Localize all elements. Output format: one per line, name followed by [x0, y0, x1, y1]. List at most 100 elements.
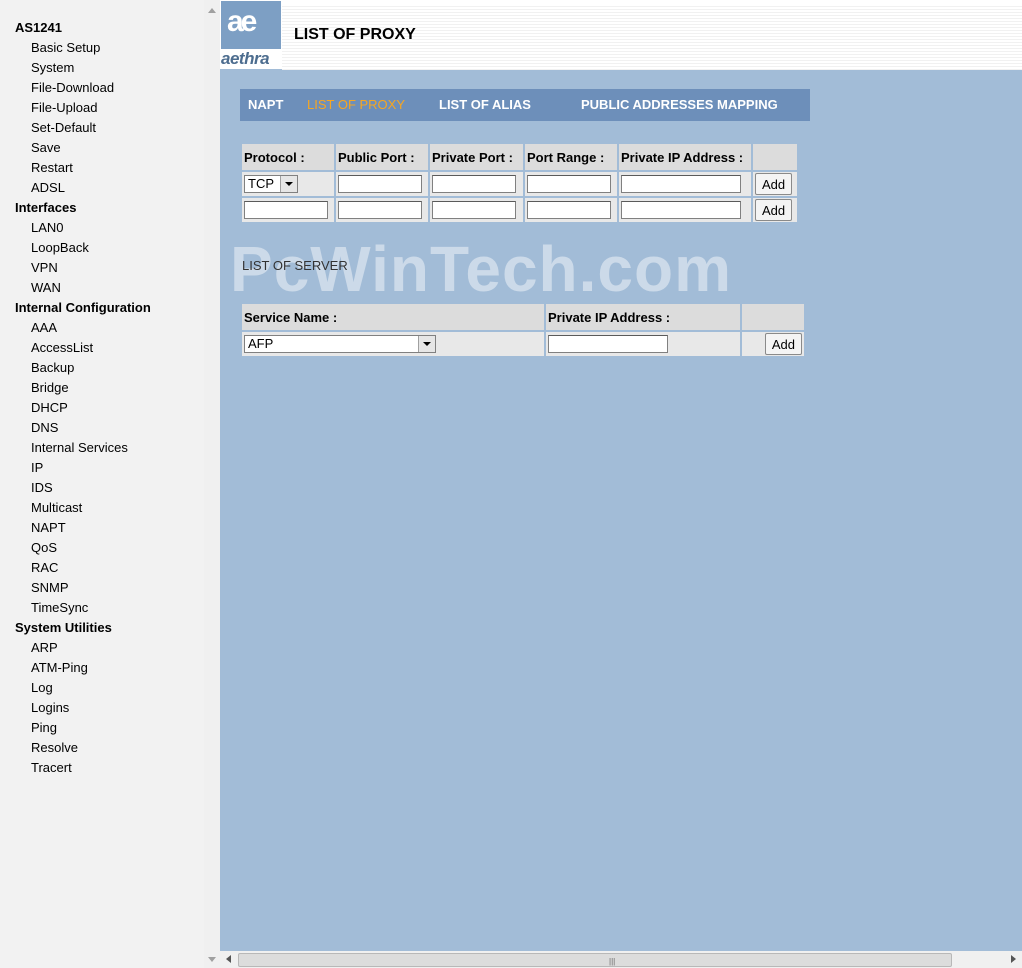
- scroll-up-arrow-icon[interactable]: [208, 8, 216, 13]
- port-range-cell: [525, 172, 617, 196]
- logo-wordmark: aethra: [221, 49, 270, 68]
- nav-group-system-utilities: System Utilities: [15, 620, 112, 635]
- nav-item-dns[interactable]: DNS: [0, 418, 204, 438]
- proxy-table: Protocol : Public Port : Private Port : …: [240, 142, 799, 224]
- nav-item-vpn[interactable]: VPN: [0, 258, 204, 278]
- nav-item-ids[interactable]: IDS: [0, 478, 204, 498]
- nav-item-ip[interactable]: IP: [0, 458, 204, 478]
- nav-item-adsl[interactable]: ADSL: [0, 178, 204, 198]
- nav-item-backup[interactable]: Backup: [0, 358, 204, 378]
- header-private-ip-address: Private IP Address :: [619, 144, 751, 170]
- add-cell: Add: [753, 172, 797, 196]
- chevron-down-icon[interactable]: [280, 176, 297, 192]
- public-port-cell: [336, 198, 428, 222]
- nav-vertical-scrollbar[interactable]: [204, 0, 220, 968]
- nav-item-loopback[interactable]: LoopBack: [0, 238, 204, 258]
- nav-item-aaa[interactable]: AAA: [0, 318, 204, 338]
- chevron-down-icon[interactable]: [418, 336, 435, 352]
- nav-item-system[interactable]: System: [0, 58, 204, 78]
- page-header: ae aethra LIST OF PROXY: [220, 0, 1022, 70]
- server-private-ip-cell: [546, 332, 740, 356]
- nav-item-ping[interactable]: Ping: [0, 718, 204, 738]
- navigation-menu: AS1241 Basic Setup System File-Download …: [0, 0, 204, 968]
- content-frame: ae aethra LIST OF PROXY NAPT LIST OF PRO…: [220, 0, 1022, 968]
- nav-item-file-upload[interactable]: File-Upload: [0, 98, 204, 118]
- navigation-frame: AS1241 Basic Setup System File-Download …: [0, 0, 220, 968]
- header-private-port: Private Port :: [430, 144, 523, 170]
- nav-item-timesync[interactable]: TimeSync: [0, 598, 204, 618]
- protocol-input[interactable]: [244, 201, 328, 219]
- header-action: [753, 144, 797, 170]
- nav-item-log[interactable]: Log: [0, 678, 204, 698]
- protocol-select-value: TCP: [248, 176, 274, 191]
- add-proxy-range-button[interactable]: Add: [755, 199, 793, 221]
- nav-item-accesslist[interactable]: AccessList: [0, 338, 204, 358]
- nav-group-internal-configuration: Internal Configuration: [15, 300, 151, 315]
- add-server-button[interactable]: Add: [764, 333, 802, 355]
- public-port-cell: [336, 172, 428, 196]
- nav-item-set-default[interactable]: Set-Default: [0, 118, 204, 138]
- nav-group-interfaces: Interfaces: [15, 200, 77, 215]
- nav-item-napt[interactable]: NAPT: [0, 518, 204, 538]
- service-name-select[interactable]: AFP: [244, 335, 436, 353]
- scroll-left-arrow-icon[interactable]: [226, 955, 231, 963]
- nav-item-arp[interactable]: ARP: [0, 638, 204, 658]
- logo-box: ae: [221, 1, 281, 49]
- tab-bar: NAPT LIST OF PROXY LIST OF ALIAS PUBLIC …: [240, 89, 810, 121]
- server-add-cell: Add: [742, 332, 804, 356]
- tab-list-of-alias[interactable]: LIST OF ALIAS: [439, 89, 531, 121]
- table-row: AFP Add: [242, 332, 804, 356]
- public-port-input[interactable]: [338, 175, 422, 193]
- nav-item-multicast[interactable]: Multicast: [0, 498, 204, 518]
- nav-item-lan0[interactable]: LAN0: [0, 218, 204, 238]
- tab-public-addresses-mapping[interactable]: PUBLIC ADDRESSES MAPPING: [581, 89, 778, 121]
- header-port-range: Port Range :: [525, 144, 617, 170]
- header-protocol: Protocol :: [242, 144, 334, 170]
- scrollbar-thumb[interactable]: |||: [238, 953, 952, 967]
- tab-list-of-proxy[interactable]: LIST OF PROXY: [307, 89, 405, 121]
- nav-item-dhcp[interactable]: DHCP: [0, 398, 204, 418]
- nav-item-snmp[interactable]: SNMP: [0, 578, 204, 598]
- nav-item-logins[interactable]: Logins: [0, 698, 204, 718]
- nav-item-tracert[interactable]: Tracert: [0, 758, 204, 778]
- server-table-header-row: Service Name : Private IP Address :: [242, 304, 804, 330]
- nav-item-resolve[interactable]: Resolve: [0, 738, 204, 758]
- nav-item-bridge[interactable]: Bridge: [0, 378, 204, 398]
- scrollbar-grip-icon: |||: [609, 957, 616, 966]
- nav-item-atm-ping[interactable]: ATM-Ping: [0, 658, 204, 678]
- nav-item-save[interactable]: Save: [0, 138, 204, 158]
- private-port-input[interactable]: [432, 175, 516, 193]
- public-port-input[interactable]: [338, 201, 422, 219]
- server-table: Service Name : Private IP Address : AFP …: [240, 302, 806, 358]
- content-horizontal-scrollbar[interactable]: |||: [220, 951, 1022, 968]
- private-port-cell: [430, 172, 523, 196]
- nav-item-qos[interactable]: QoS: [0, 538, 204, 558]
- port-range-cell: [525, 198, 617, 222]
- header-service-name: Service Name :: [242, 304, 544, 330]
- protocol-select[interactable]: TCP: [244, 175, 298, 193]
- service-name-value: AFP: [248, 336, 274, 351]
- port-range-input[interactable]: [527, 201, 611, 219]
- aethra-logo: ae aethra: [221, 1, 281, 68]
- nav-item-restart[interactable]: Restart: [0, 158, 204, 178]
- nav-item-rac[interactable]: RAC: [0, 558, 204, 578]
- port-range-input[interactable]: [527, 175, 611, 193]
- tab-napt[interactable]: NAPT: [248, 89, 283, 121]
- nav-item-file-download[interactable]: File-Download: [0, 78, 204, 98]
- nav-item-basic-setup[interactable]: Basic Setup: [0, 38, 204, 58]
- server-private-ip-input[interactable]: [548, 335, 668, 353]
- nav-item-wan[interactable]: WAN: [0, 278, 204, 298]
- private-ip-input[interactable]: [621, 201, 741, 219]
- scroll-down-arrow-icon[interactable]: [208, 957, 216, 962]
- page-title: LIST OF PROXY: [294, 26, 416, 43]
- add-proxy-button[interactable]: Add: [755, 173, 793, 195]
- private-ip-input[interactable]: [621, 175, 741, 193]
- private-port-input[interactable]: [432, 201, 516, 219]
- header-server-action: [742, 304, 804, 330]
- logo-mark: ae: [227, 5, 257, 38]
- private-port-cell: [430, 198, 523, 222]
- nav-item-internal-services[interactable]: Internal Services: [0, 438, 204, 458]
- scroll-right-arrow-icon[interactable]: [1011, 955, 1016, 963]
- header-server-private-ip: Private IP Address :: [546, 304, 740, 330]
- nav-group-as1241: AS1241: [15, 20, 62, 35]
